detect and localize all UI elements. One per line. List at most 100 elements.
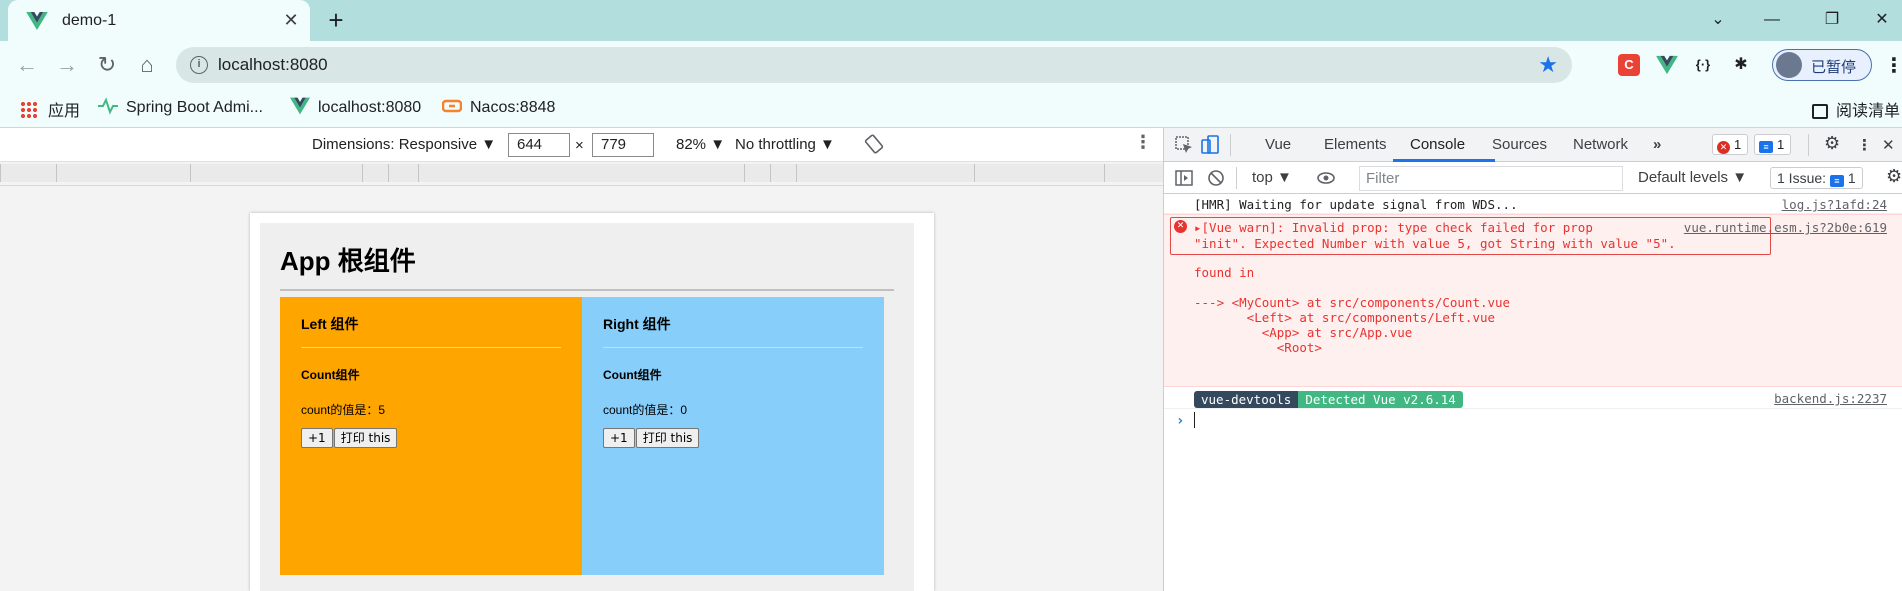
- vue-extension-icon[interactable]: [1656, 54, 1678, 76]
- back-icon[interactable]: ←: [10, 48, 44, 82]
- error-message-line2: "init". Expected Number with value 5, go…: [1194, 236, 1676, 251]
- more-tabs-icon[interactable]: »: [1653, 136, 1661, 153]
- sidebar-toggle-icon[interactable]: [1174, 168, 1194, 188]
- message-icon: ≡: [1759, 141, 1773, 153]
- error-message-line1[interactable]: ▸[Vue warn]: Invalid prop: type check fa…: [1194, 220, 1593, 235]
- error-count-badge[interactable]: ✕ 1: [1712, 134, 1749, 155]
- left-count-value: count的值是：5: [301, 403, 386, 417]
- text-cursor: [1194, 412, 1195, 428]
- console-prompt[interactable]: ›: [1164, 409, 1902, 431]
- browser-toolbar: ← → ↻ ⌂ i localhost:8080 ★ C {·} ✱ 已暂停 ⋮: [0, 41, 1902, 88]
- tab-sources[interactable]: Sources: [1492, 136, 1547, 153]
- error-trace-line: ---> <MyCount> at src/components/Count.v…: [1194, 295, 1511, 310]
- app-divider: [280, 289, 894, 291]
- backend-source-link[interactable]: backend.js:2237: [1774, 391, 1887, 406]
- tab-elements[interactable]: Elements: [1324, 136, 1387, 153]
- vue-devtools-badge: vue-devtools Detected Vue v2.6.14: [1194, 391, 1463, 408]
- error-source-link[interactable]: vue.runtime.esm.js?2b0e:619: [1684, 220, 1887, 235]
- prompt-chevron-icon: ›: [1176, 413, 1185, 429]
- apps-grid-icon: [20, 101, 38, 119]
- inspect-element-icon[interactable]: [1174, 135, 1194, 155]
- message-count-badge[interactable]: ≡ 1: [1754, 134, 1792, 155]
- error-trace-line: <App> at src/App.vue: [1194, 325, 1413, 340]
- clear-console-icon[interactable]: [1206, 168, 1226, 188]
- issues-icon: ≡: [1829, 175, 1844, 187]
- bookmark-nacos[interactable]: Nacos:8848: [442, 97, 555, 119]
- vue-version-tag: Detected Vue v2.6.14: [1298, 391, 1463, 408]
- zoom-select[interactable]: 82% ▼: [676, 136, 725, 153]
- tab-vue[interactable]: Vue: [1265, 136, 1291, 153]
- settings-gear-icon[interactable]: ⚙: [1824, 133, 1840, 154]
- home-icon[interactable]: ⌂: [130, 48, 164, 82]
- media-query-ruler: [0, 162, 1163, 186]
- devtools-tab-bar: Vue Elements Console Sources Network » ✕…: [1164, 128, 1902, 162]
- new-tab-button[interactable]: +: [322, 7, 350, 35]
- minimize-button[interactable]: —: [1752, 6, 1792, 34]
- site-info-icon[interactable]: i: [190, 56, 208, 74]
- right-increment-button[interactable]: +1: [603, 428, 635, 448]
- tab-console[interactable]: Console: [1410, 136, 1465, 153]
- console-toolbar: top ▼ Filter Default levels ▼ 1 Issue: ≡…: [1164, 162, 1902, 194]
- devtools-menu-icon[interactable]: ⋮: [1857, 136, 1872, 154]
- issues-button[interactable]: 1 Issue: ≡ 1: [1770, 167, 1863, 189]
- error-circle-icon: ✕: [1174, 220, 1187, 233]
- puzzle-extension-icon[interactable]: ✱: [1730, 54, 1752, 76]
- vue-icon: [290, 97, 310, 115]
- json-extension-icon[interactable]: {·}: [1692, 54, 1714, 76]
- close-window-button[interactable]: ✕: [1862, 6, 1902, 34]
- right-component: Right 组件 Count组件 count的值是：0 +1 打印 this: [582, 297, 884, 575]
- left-title: Left 组件: [301, 316, 359, 332]
- height-input[interactable]: 779: [592, 133, 654, 157]
- error-trace-line: <Root>: [1194, 340, 1322, 355]
- bookmark-star-icon[interactable]: ★: [1538, 52, 1558, 78]
- device-toggle-icon[interactable]: [1200, 135, 1220, 155]
- pulse-icon: [98, 97, 118, 115]
- console-output: [HMR] Waiting for update signal from WDS…: [1164, 194, 1902, 591]
- reload-icon[interactable]: ↻: [90, 48, 124, 82]
- tab-close-icon[interactable]: ✕: [280, 9, 302, 31]
- console-settings-gear-icon[interactable]: ⚙: [1886, 166, 1902, 187]
- reading-list[interactable]: 阅读清单: [1812, 97, 1900, 120]
- context-select[interactable]: top ▼: [1252, 169, 1292, 186]
- right-print-button[interactable]: 打印 this: [635, 428, 700, 448]
- devtools-close-icon[interactable]: ✕: [1882, 136, 1895, 154]
- error-icon: ✕: [1717, 141, 1730, 154]
- reading-list-icon: [1812, 104, 1828, 119]
- left-component: Left 组件 Count组件 count的值是：5 +1 打印 this: [280, 297, 582, 575]
- vue-logo-icon: [26, 12, 48, 30]
- bookmark-apps[interactable]: 应用: [20, 97, 80, 120]
- tab-title: demo-1: [62, 12, 117, 29]
- right-count-value: count的值是：0: [603, 403, 688, 417]
- browser-menu-icon[interactable]: ⋮: [1884, 53, 1902, 78]
- log-levels-select[interactable]: Default levels ▼: [1638, 169, 1747, 186]
- address-bar[interactable]: i localhost:8080 ★: [176, 47, 1572, 83]
- dimensions-select[interactable]: Dimensions: Responsive ▼: [312, 136, 496, 153]
- profile-button[interactable]: 已暂停: [1772, 49, 1872, 81]
- log-vue-devtools: vue-devtools Detected Vue v2.6.14 backend…: [1164, 387, 1902, 409]
- right-title: Right 组件: [603, 316, 671, 332]
- right-count-title: Count组件: [603, 368, 662, 382]
- throttling-select[interactable]: No throttling ▼: [735, 136, 835, 153]
- width-input[interactable]: 644: [508, 133, 570, 157]
- left-increment-button[interactable]: +1: [301, 428, 333, 448]
- log-hmr-source-link[interactable]: log.js?1afd:24: [1782, 197, 1887, 212]
- device-more-icon[interactable]: ⋮: [1134, 132, 1152, 153]
- right-divider: [603, 347, 863, 348]
- forward-icon[interactable]: →: [50, 48, 84, 82]
- console-filter-input[interactable]: Filter: [1359, 166, 1623, 191]
- bookmark-spring-boot-admin[interactable]: Spring Boot Admi...: [98, 97, 263, 119]
- bookmark-localhost[interactable]: localhost:8080: [290, 97, 421, 119]
- error-found-in: found in: [1194, 265, 1255, 280]
- address-url[interactable]: localhost:8080: [218, 55, 328, 75]
- live-expression-eye-icon[interactable]: [1316, 168, 1336, 188]
- avatar: [1776, 52, 1802, 78]
- device-toolbar: Dimensions: Responsive ▼ 644 × 779 82% ▼…: [0, 128, 1163, 162]
- tab-search-icon[interactable]: ⌄: [1698, 6, 1738, 34]
- error-trace-line: <Left> at src/components/Left.vue: [1194, 310, 1496, 325]
- rotate-icon[interactable]: [864, 134, 884, 154]
- tab-network[interactable]: Network: [1573, 136, 1628, 153]
- c-extension-icon[interactable]: C: [1618, 54, 1640, 76]
- browser-tab[interactable]: demo-1 ✕: [8, 0, 310, 41]
- restore-button[interactable]: ❐: [1812, 6, 1852, 34]
- left-print-button[interactable]: 打印 this: [333, 428, 398, 448]
